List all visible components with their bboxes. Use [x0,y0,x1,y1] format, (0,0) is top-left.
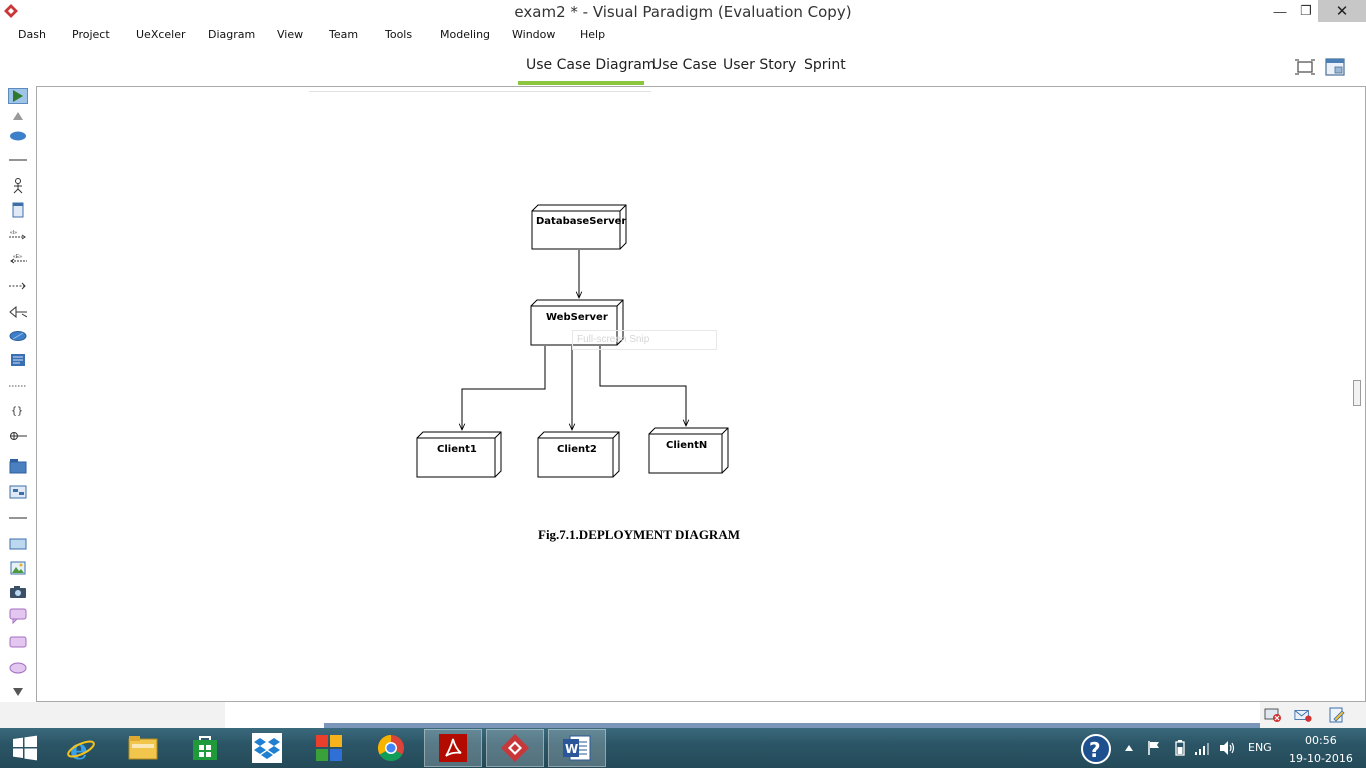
label-webserver: WebServer [546,312,608,323]
taskbar-paint-app[interactable] [300,729,358,767]
word-icon: W [563,735,591,761]
label-client2: Client2 [557,444,597,455]
pdf-reader-icon [439,734,467,762]
label-client1: Client1 [437,444,477,455]
mail-notification-icon[interactable] [1294,707,1312,723]
edit-document-icon[interactable] [1328,707,1346,723]
diagram-caption: Fig.7.1.DEPLOYMENT DIAGRAM [538,527,740,542]
clock-date[interactable]: 19-10-2016 [1289,752,1353,765]
status-bar-left [0,702,225,728]
clock-time[interactable]: 00:56 [1305,734,1337,747]
store-icon [193,736,217,760]
label-databaseserver: DatabaseServer [536,216,627,227]
volume-speaker-icon[interactable] [1218,740,1236,756]
taskbar-windows-store[interactable] [176,729,234,767]
visual-paradigm-taskbar-icon [501,734,529,762]
taskbar-chrome[interactable] [362,729,420,767]
deployment-diagram [416,204,729,478]
taskbar-file-explorer[interactable] [114,729,172,767]
network-signal-icon[interactable] [1194,740,1212,756]
puzzle-color-icon [316,735,342,761]
svg-text:?: ? [1089,738,1101,762]
vertical-scroll-grip[interactable] [1353,380,1361,406]
windows-taskbar: e W ? ENG 00:56 19-10-2016 [0,728,1366,768]
dropbox-icon [252,733,282,763]
battery-power-icon[interactable] [1172,739,1188,757]
show-hidden-icons-icon[interactable] [1124,744,1134,752]
folder-icon [128,736,158,760]
snip-tooltip-ghost: Full-screen Snip [572,330,717,350]
chrome-icon [377,734,404,762]
taskbar-microsoft-word[interactable]: W [548,729,606,767]
svg-text:W: W [565,742,578,756]
taskbar-internet-explorer[interactable]: e [52,729,110,767]
taskbar-adobe-reader[interactable] [424,729,482,767]
node-databaseserver[interactable] [531,204,627,250]
diagram-close-icon[interactable] [1264,707,1282,723]
windows-logo-icon [13,735,37,761]
start-button[interactable] [0,729,50,767]
taskbar-visual-paradigm[interactable] [486,729,544,767]
connector-web-to-client1[interactable] [462,346,546,430]
help-icon[interactable]: ? [1080,733,1112,765]
connector-web-to-clientn[interactable] [599,346,686,426]
action-center-flag-icon[interactable] [1146,740,1162,756]
internet-explorer-icon: e [67,733,95,763]
label-clientn: ClientN [666,440,708,451]
input-language-indicator[interactable]: ENG [1248,741,1272,754]
taskbar-dropbox[interactable] [238,729,296,767]
status-bar-right [1260,702,1366,728]
